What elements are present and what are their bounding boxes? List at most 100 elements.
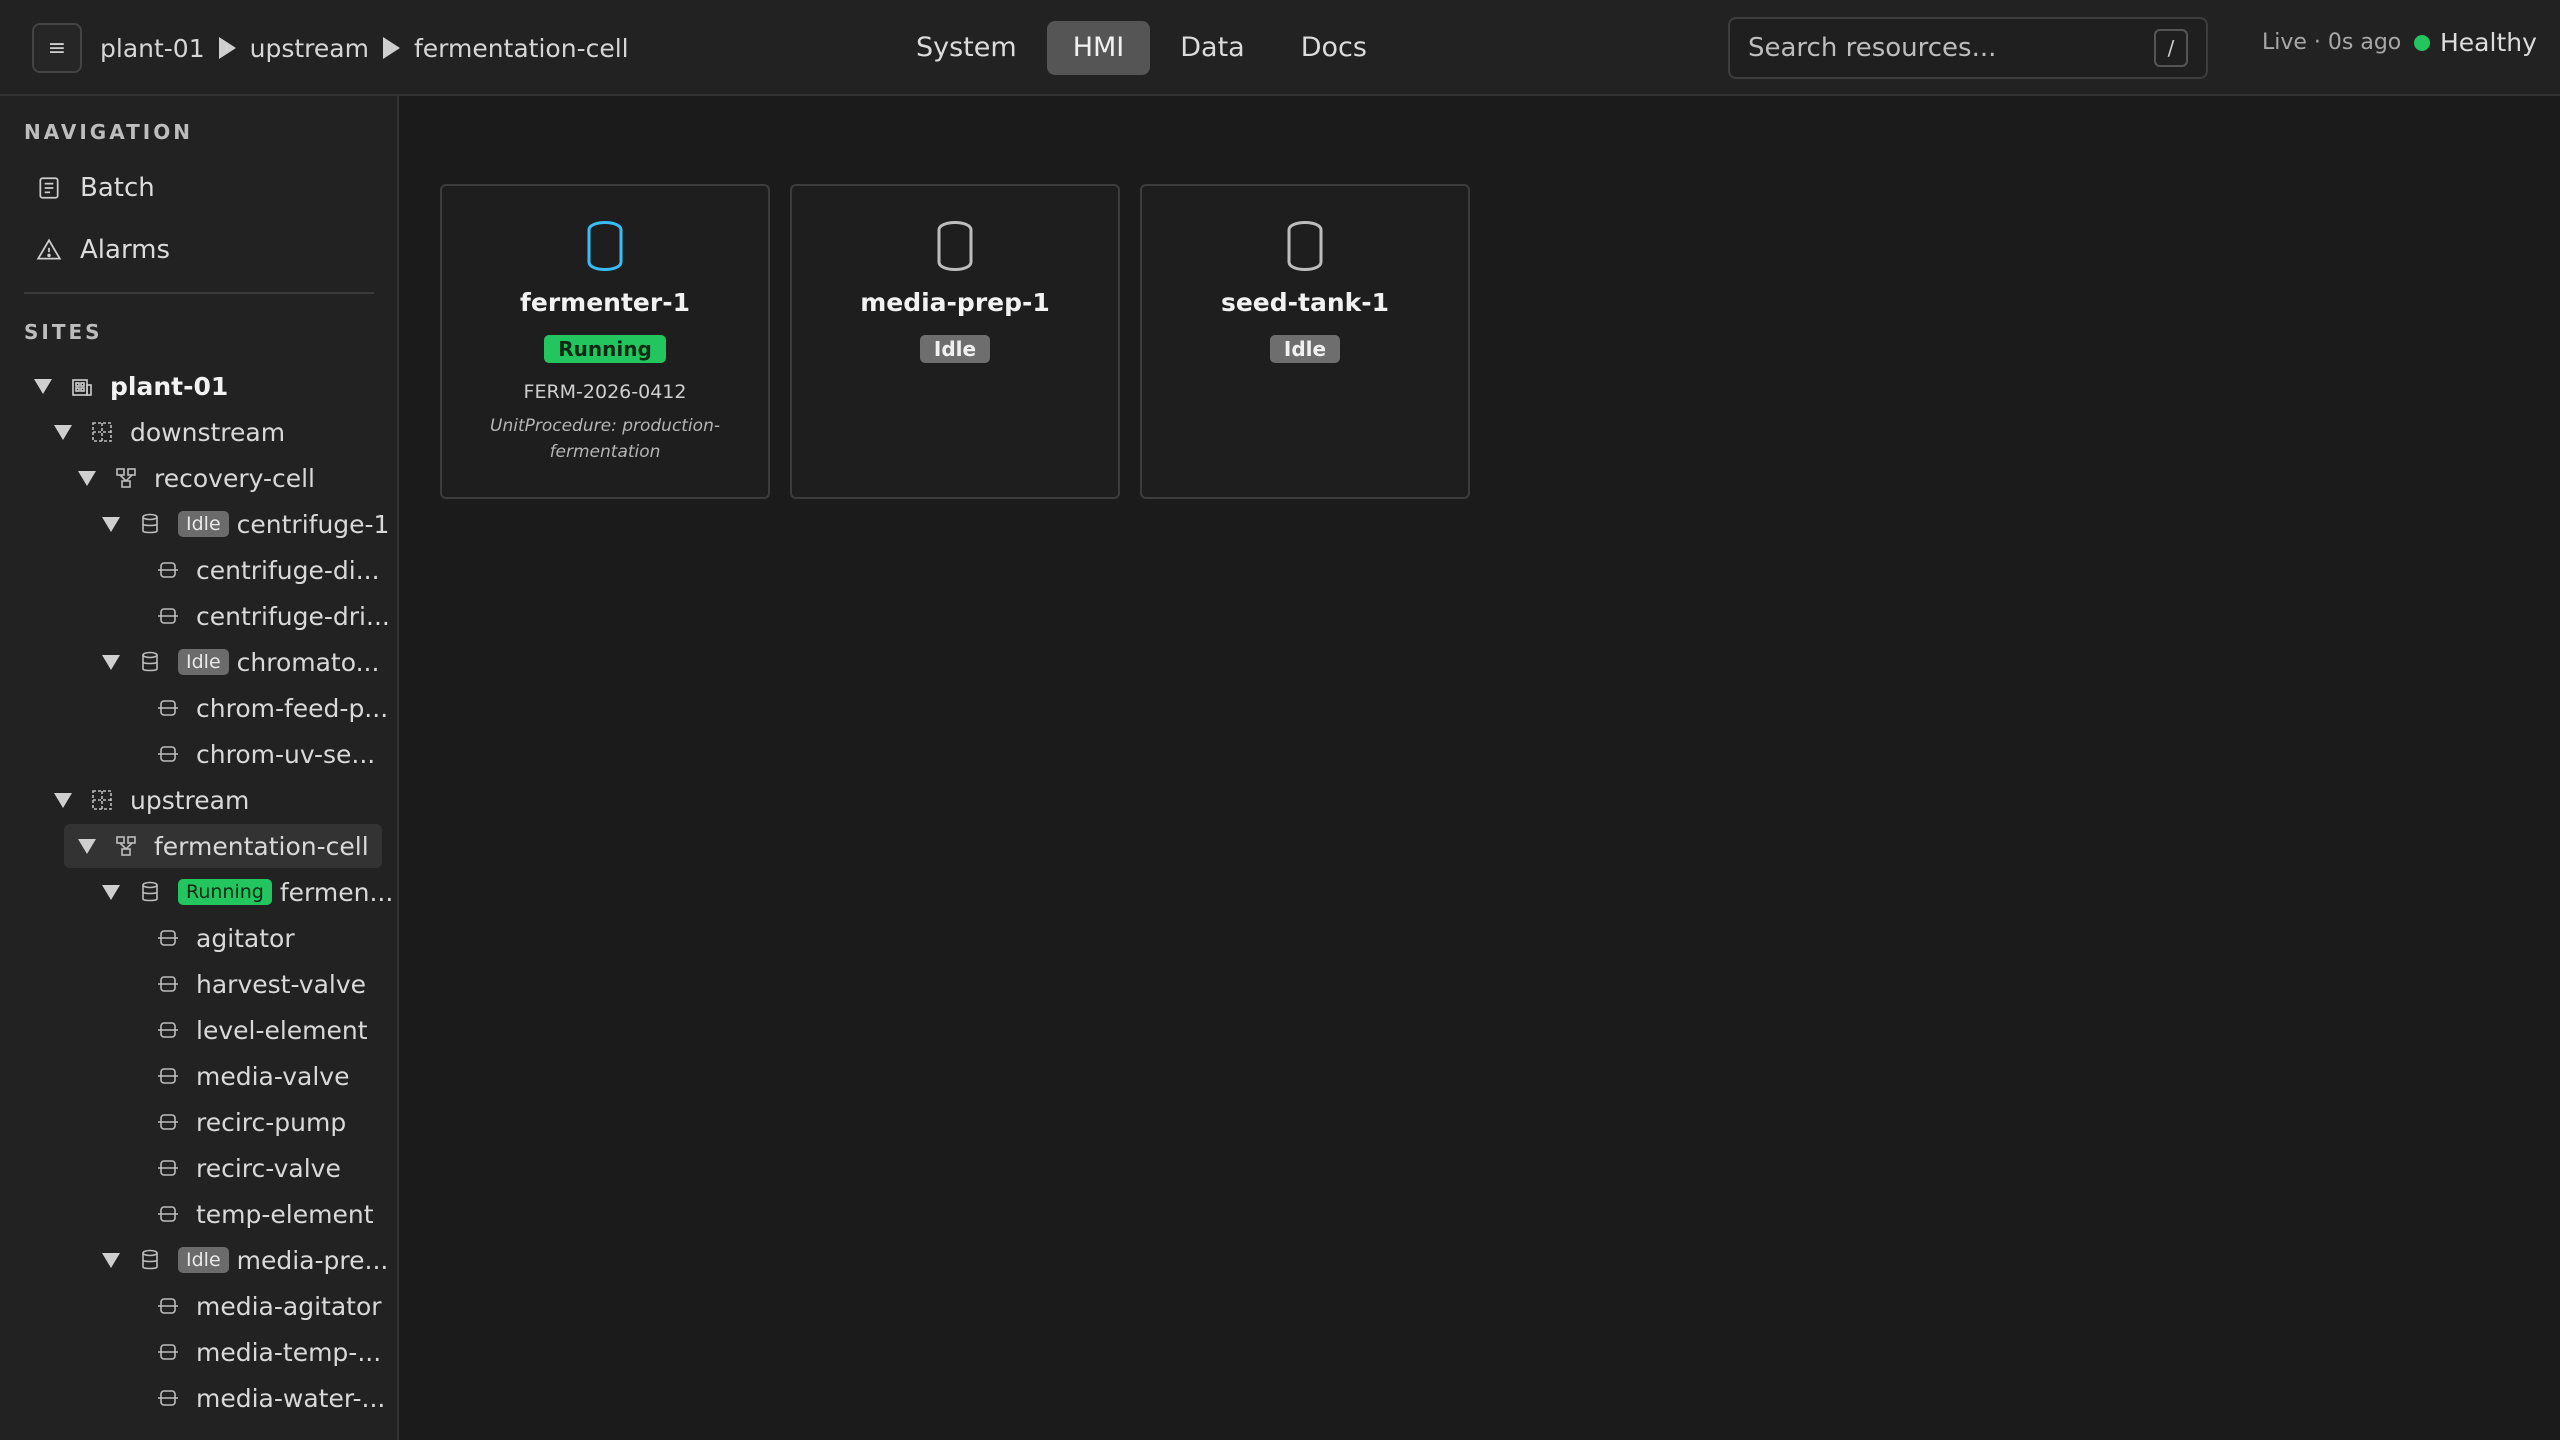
tree-item-recovery-cell[interactable]: recovery-cell — [78, 456, 315, 500]
tab-system[interactable]: System — [890, 21, 1043, 75]
tree-item-chrom-feed-p[interactable]: chrom-feed-p... — [156, 686, 388, 730]
nav-item-label: Batch — [80, 173, 155, 203]
status-badge: Idle — [919, 335, 991, 363]
nav-item-batch[interactable]: Batch — [24, 162, 374, 214]
caret-down-icon — [102, 1252, 120, 1268]
tree-item-media-temp[interactable]: media-temp-... — [156, 1330, 381, 1374]
area-icon — [92, 790, 112, 810]
equipment-icon — [158, 1206, 178, 1222]
equipment-icon — [158, 930, 178, 946]
unit-icon — [142, 513, 158, 534]
tree-item-temp-element[interactable]: temp-element — [156, 1192, 374, 1236]
tree-item-downstream[interactable]: downstream — [54, 410, 285, 454]
cell-icon — [116, 836, 136, 856]
unit-card-name: fermenter-1 — [520, 288, 690, 317]
tree-item-label: level-element — [196, 1015, 368, 1045]
tree-item-centrifuge-dri[interactable]: centrifuge-dri... — [156, 594, 390, 638]
search-input[interactable] — [1748, 33, 2154, 63]
tree-item-upstream[interactable]: upstream — [54, 778, 249, 822]
tree-item-label: plant-01 — [110, 371, 229, 401]
tree-item-label: chrom-feed-p... — [196, 693, 389, 723]
caret-down-icon — [78, 470, 96, 486]
tree-item-label: chrom-uv-se... — [196, 739, 376, 769]
breadcrumb-item-site[interactable]: plant-01 — [100, 34, 205, 63]
equipment-icon — [158, 976, 178, 992]
sidebar-divider — [24, 292, 374, 294]
tree-item-recirc-pump[interactable]: recirc-pump — [156, 1100, 346, 1144]
tree-item-label: fermen... — [279, 877, 394, 907]
tree-item-plant-01[interactable]: plant-01 — [34, 364, 228, 408]
tree-item-label: recirc-valve — [196, 1153, 341, 1183]
tab-data[interactable]: Data — [1154, 21, 1270, 75]
tree-item-level-element[interactable]: level-element — [156, 1008, 368, 1052]
equipment-icon — [158, 1390, 178, 1406]
unit-card-fermenter-1[interactable]: fermenter-1 Running FERM-2026-0412 UnitP… — [440, 184, 770, 499]
unit-card-name: media-prep-1 — [860, 288, 1050, 317]
top-bar: ≡ plant-01 upstream fermentation-cell Sy… — [0, 0, 2560, 96]
breadcrumb-item-area[interactable]: upstream — [250, 34, 369, 63]
tree-item-centrifuge-di[interactable]: centrifuge-di... — [156, 548, 380, 592]
unit-card-seed-tank-1[interactable]: seed-tank-1 Idle — [1140, 184, 1470, 499]
status-badge: Running — [178, 879, 272, 905]
tree-item-media-prep[interactable]: Idle media-pre... — [102, 1238, 388, 1282]
tree-item-chrom-uv-se[interactable]: chrom-uv-se... — [156, 732, 375, 776]
tree-item-media-agitator[interactable]: media-agitator — [156, 1284, 382, 1328]
sidebar: NAVIGATION Batch Alarms SITES plant-01 d… — [0, 96, 399, 1440]
tree-item-label: agitator — [196, 923, 295, 953]
hamburger-menu-button[interactable]: ≡ — [32, 23, 82, 73]
tree-item-label: centrifuge-1 — [236, 509, 390, 539]
equipment-icon — [158, 1114, 178, 1130]
status-badge: Running — [544, 335, 666, 363]
caret-down-icon — [34, 378, 52, 394]
navigation-section-title: NAVIGATION — [24, 120, 193, 144]
unit-card-name: seed-tank-1 — [1220, 288, 1390, 317]
tree-item-centrifuge-1[interactable]: Idle centrifuge-1 — [102, 502, 389, 546]
cell-icon — [116, 468, 136, 488]
tree-item-harvest-valve[interactable]: harvest-valve — [156, 962, 366, 1006]
tree-item-label: downstream — [130, 417, 286, 447]
caret-down-icon — [54, 792, 72, 808]
status-dot-icon — [2414, 34, 2430, 51]
tree-item-label: media-water-... — [196, 1383, 386, 1413]
tab-hmi[interactable]: HMI — [1046, 21, 1151, 75]
nav-item-alarms[interactable]: Alarms — [24, 224, 374, 276]
tree-item-label: centrifuge-di... — [196, 555, 380, 585]
equipment-icon — [158, 1068, 178, 1084]
caret-down-icon — [78, 838, 96, 854]
equipment-icon — [158, 700, 178, 716]
tree-item-label: temp-element — [196, 1199, 374, 1229]
caret-down-icon — [102, 654, 120, 670]
tree-item-recirc-valve[interactable]: recirc-valve — [156, 1146, 341, 1190]
vessel-icon — [937, 221, 973, 271]
tree-item-label: media-temp-... — [196, 1337, 382, 1367]
health-indicator: Healthy — [2414, 28, 2537, 57]
equipment-icon — [158, 1022, 178, 1038]
tree-item-fermenter[interactable]: Running fermen... — [102, 870, 393, 914]
tree-item-chromato[interactable]: Idle chromato... — [102, 640, 379, 684]
equipment-icon — [158, 1298, 178, 1314]
tree-item-agitator[interactable]: agitator — [156, 916, 295, 960]
chevron-right-icon — [218, 37, 236, 59]
batch-icon — [39, 177, 59, 199]
status-badge: Idle — [178, 511, 229, 537]
unit-card-media-prep-1[interactable]: media-prep-1 Idle — [790, 184, 1120, 499]
live-status: Live · 0s ago — [2262, 30, 2402, 55]
tree-item-fermentation-cell[interactable]: fermentation-cell — [64, 824, 382, 868]
tree-item-label: fermentation-cell — [154, 831, 369, 861]
tree-item-label: recirc-pump — [196, 1107, 347, 1137]
tree-item-media-water[interactable]: media-water-... — [156, 1376, 385, 1420]
tab-docs[interactable]: Docs — [1275, 21, 1393, 75]
search-box: / — [1728, 17, 2208, 79]
caret-down-icon — [102, 516, 120, 532]
sites-section-title: SITES — [24, 320, 103, 344]
main-tabs: System HMI Data Docs — [890, 21, 1393, 75]
alarm-icon — [36, 238, 62, 260]
health-label: Healthy — [2440, 28, 2537, 57]
status-badge: Idle — [178, 649, 229, 675]
nav-item-label: Alarms — [80, 235, 171, 265]
status-badge: Idle — [178, 1247, 229, 1273]
area-icon — [92, 422, 112, 442]
breadcrumb: plant-01 upstream fermentation-cell — [100, 0, 629, 96]
tree-item-media-valve[interactable]: media-valve — [156, 1054, 349, 1098]
breadcrumb-item-cell[interactable]: fermentation-cell — [414, 34, 629, 63]
